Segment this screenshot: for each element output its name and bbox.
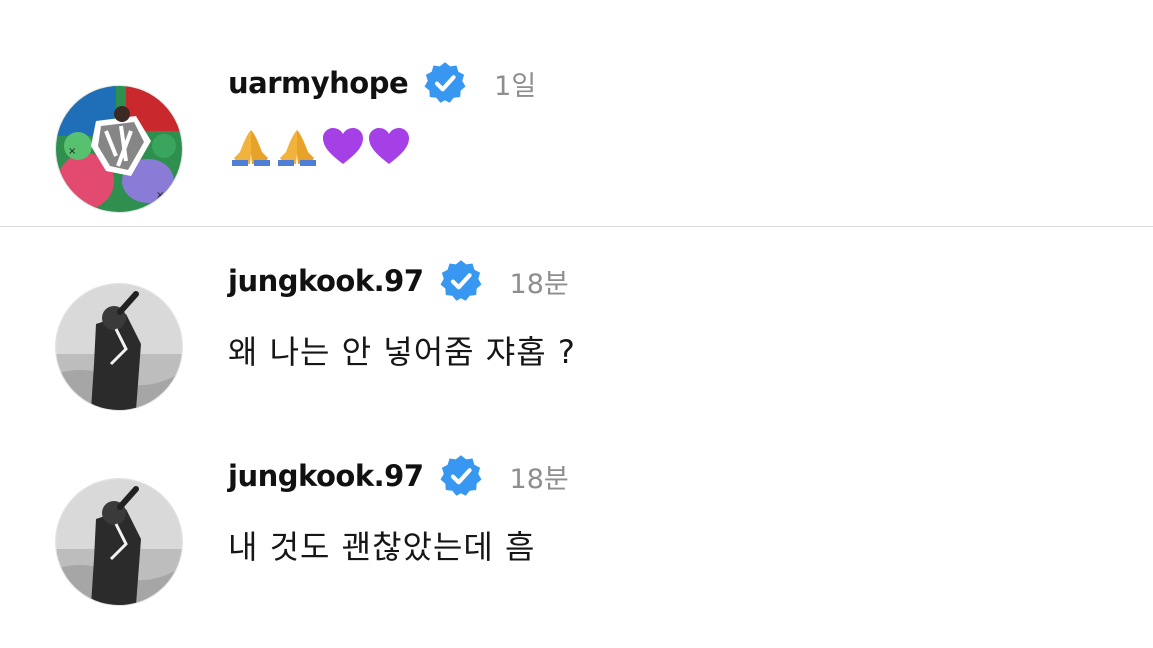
avatar[interactable] xyxy=(56,479,182,605)
verified-badge-icon xyxy=(422,60,468,106)
avatar[interactable]: × × xyxy=(56,86,182,212)
folded-hands-icon xyxy=(278,130,316,166)
comment-time: 18분 xyxy=(509,463,569,495)
comment-text: 내 것도 괜찮았는데 흠 xyxy=(228,528,536,566)
avatar-image: × × xyxy=(56,86,182,212)
username[interactable]: uarmyhope xyxy=(228,66,409,100)
username[interactable]: jungkook.97 xyxy=(228,264,424,298)
comment-header: jungkook.97 18분 xyxy=(228,258,569,304)
comment-header: jungkook.97 18분 xyxy=(228,453,569,499)
comment-item: jungkook.97 18분 내 것도 괜찮았는데 흠 xyxy=(0,422,1153,648)
comment-header: uarmyhope 1일 xyxy=(228,60,536,106)
comment-time: 1일 xyxy=(494,70,537,102)
svg-text:×: × xyxy=(68,146,76,157)
purple-heart-icon xyxy=(323,128,363,164)
comment-text: 왜 나는 안 넣어줌 쟈홉 ? xyxy=(228,333,576,371)
comment-item: × × uarmyhope 1일 xyxy=(0,0,1153,226)
avatar[interactable] xyxy=(56,284,182,410)
avatar-image xyxy=(56,479,182,605)
comment-item: jungkook.97 18분 왜 나는 안 넣어줌 쟈홉 ? xyxy=(0,227,1153,422)
svg-text:×: × xyxy=(156,190,164,201)
folded-hands-icon xyxy=(232,130,270,166)
verified-badge-icon xyxy=(438,453,484,499)
verified-badge-icon xyxy=(438,258,484,304)
comment-text xyxy=(228,124,412,170)
avatar-image xyxy=(56,284,182,410)
comment-time: 18분 xyxy=(509,268,569,300)
username[interactable]: jungkook.97 xyxy=(228,459,424,493)
purple-heart-icon xyxy=(369,128,409,164)
